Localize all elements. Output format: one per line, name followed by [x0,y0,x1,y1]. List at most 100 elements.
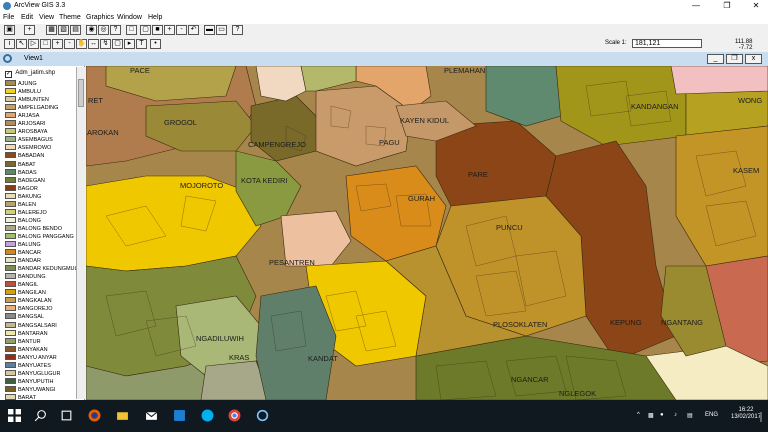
menu-file[interactable]: File [3,14,14,21]
legend-label: BANGIL [18,282,39,289]
windows-taskbar: ^ ▩ ● ♪ ▤ ENG 16:22 13/02/2017 [0,400,768,432]
theme-properties-button[interactable]: ▦ [46,25,57,35]
query-button[interactable]: ? [110,25,121,35]
legend-swatch [5,321,16,328]
clock-time: 16:22 [738,407,754,413]
table-of-contents: ✓ Adm_jatim.shp AJUNG AMBULU AMBUNTEN AMPEL… [0,66,85,400]
legend-label: BADEGAN [18,177,45,184]
map-label: KAYEN KIDUL [400,116,450,125]
pan-tool[interactable]: ✋ [76,39,87,49]
legend-label: ASEMROWO [18,145,52,152]
text-tool[interactable]: T [136,39,147,49]
search-icon[interactable] [34,409,47,422]
view-window-icon [3,54,12,63]
vertex-edit-tool[interactable]: ▷ [28,39,39,49]
legend-label: BALONG BENDO [18,225,63,232]
find-button[interactable]: ◉ [86,25,97,35]
view-minimize-button[interactable]: _ [707,54,724,64]
legend-swatch [5,112,16,119]
firefox-icon[interactable] [88,409,101,422]
legend-label: BANCAR [18,250,41,257]
legend-label: ASEMBAGUS [18,137,53,144]
legend-swatch [5,313,16,320]
legend-label: BANYUGLUGUR [18,370,61,377]
zoom-selected-button[interactable]: ■ [152,25,163,35]
file-explorer-icon[interactable] [116,409,129,422]
label-tool[interactable]: ▸ [124,39,135,49]
legend-swatch [5,224,16,231]
mail-icon[interactable] [145,409,158,422]
title-bar: ArcView GIS 3.3 — ❐ ✕ [0,0,768,13]
view-close-button[interactable]: x [745,54,762,64]
measure-tool[interactable]: ↔ [88,39,99,49]
theme-name[interactable]: Adm_jatim.shp [15,70,55,76]
tray-volume-icon[interactable]: ♪ [674,412,677,418]
locate-button[interactable]: ◎ [98,25,109,35]
language-indicator[interactable]: ENG [705,412,718,418]
toc-scrollbar-thumb[interactable] [78,79,84,107]
skype-icon[interactable] [201,409,214,422]
tray-arrow-icon[interactable]: ^ [637,412,640,418]
area-of-interest-tool[interactable]: ▢ [112,39,123,49]
legend-swatch [5,305,16,312]
map-canvas[interactable]: PACE PLEMAHAN KANDANGAN WONG RET GROGOL … [86,66,768,400]
legend-swatch [5,144,16,151]
menu-view[interactable]: View [39,14,54,21]
select-feature-tool[interactable]: □ [40,39,51,49]
zoom-out-button[interactable]: - [176,25,187,35]
hotlink-tool[interactable]: ↯ [100,39,111,49]
legend-swatch [5,208,16,215]
store-icon[interactable] [173,409,186,422]
tray-network-icon[interactable]: ● [660,412,664,418]
clear-selection-button[interactable]: ▭ [216,25,227,35]
legend-label: BABADAN [18,153,45,160]
legend-label: AMPELGADING [18,105,59,112]
menu-help[interactable]: Help [148,14,162,21]
tray-battery-icon[interactable]: ▩ [648,412,654,419]
open-table-button[interactable]: ▤ [70,25,81,35]
legend-label: BALUNG [18,242,41,248]
task-view-icon[interactable] [60,409,73,422]
toc-scrollbar[interactable] [76,67,85,399]
zoom-active-button[interactable]: ▢ [140,25,151,35]
legend-swatch [5,345,16,352]
map-label: PACE [130,66,150,75]
edit-legend-button[interactable]: ▧ [58,25,69,35]
pointer-tool[interactable]: ↖ [16,39,27,49]
draw-point-tool[interactable]: • [150,39,161,49]
maximize-button[interactable]: ❐ [717,0,737,13]
zoom-in-tool[interactable]: + [52,39,63,49]
menu-theme[interactable]: Theme [59,14,81,21]
legend-swatch [5,88,16,95]
scale-input[interactable]: 181,121 [632,39,702,48]
tray-message-icon[interactable]: ▤ [687,412,693,419]
legend-label: BANGKALAN [18,298,52,305]
map-label: KASEM [733,166,760,175]
theme-header: ✓ Adm_jatim.shp [5,70,55,78]
map-label: NGANCAR [511,375,549,384]
close-button[interactable]: ✕ [746,0,766,13]
menu-window[interactable]: Window [117,14,142,21]
minimize-button[interactable]: — [686,0,706,13]
windows-start-icon[interactable] [8,409,21,422]
zoom-full-button[interactable]: □ [126,25,137,35]
zoom-out-tool[interactable]: - [64,39,75,49]
legend-label: ARJOSARI [18,121,46,128]
save-project-button[interactable]: ▣ [4,25,15,35]
show-desktop-button[interactable] [760,412,762,422]
identify-tool[interactable]: i [4,39,15,49]
theme-visibility-checkbox[interactable]: ✓ [5,71,12,78]
view-restore-button[interactable]: ❐ [726,54,743,64]
chrome-icon[interactable] [228,409,241,422]
clock[interactable]: 16:22 13/02/2017 [731,407,761,421]
help-button[interactable]: ? [232,25,243,35]
arcview-taskbar-icon[interactable] [256,409,269,422]
legend-swatch [5,265,16,272]
zoom-in-button[interactable]: + [164,25,175,35]
add-theme-button[interactable]: + [24,25,35,35]
legend-swatch [5,200,16,207]
zoom-previous-button[interactable]: ↶ [188,25,199,35]
menu-edit[interactable]: Edit [21,14,33,21]
select-features-button[interactable]: ▬ [204,25,215,35]
menu-graphics[interactable]: Graphics [86,14,114,21]
